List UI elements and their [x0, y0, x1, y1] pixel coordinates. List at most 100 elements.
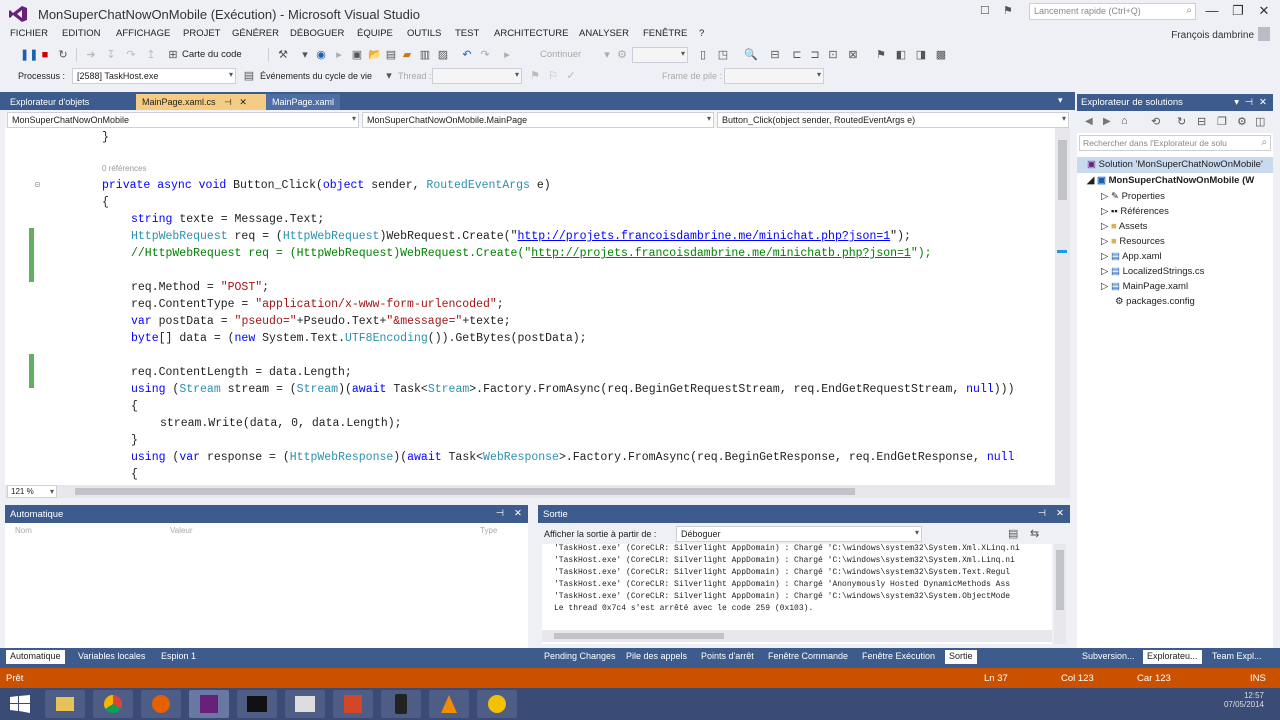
- stack-frame-combo[interactable]: ▾: [724, 68, 824, 84]
- se-pin-icon[interactable]: ⊣: [1245, 97, 1253, 108]
- redo-icon[interactable]: ↷: [478, 48, 492, 62]
- menu-generer[interactable]: GÉNÉRER: [232, 28, 279, 39]
- editor-vertical-scrollbar[interactable]: [1055, 128, 1070, 485]
- tab-object-browser[interactable]: Explorateur d'objets: [4, 94, 96, 110]
- immediate-window-icon[interactable]: ◳: [716, 48, 730, 62]
- show-next-statement-icon[interactable]: ➜: [84, 48, 98, 62]
- expand-icon[interactable]: ▷: [1101, 236, 1108, 247]
- menu-projet[interactable]: PROJET: [183, 28, 220, 39]
- feedback-icon[interactable]: ☐: [980, 4, 994, 18]
- pause-icon[interactable]: ❚❚: [20, 48, 38, 62]
- tree-item-assets[interactable]: ▷ ■ Assets: [1101, 221, 1147, 232]
- collapse-all-icon[interactable]: ⊟: [1197, 115, 1206, 128]
- output-hscroll-thumb[interactable]: [554, 633, 724, 639]
- powerpoint-icon[interactable]: [333, 690, 373, 718]
- open-folder-icon[interactable]: ▰: [400, 48, 414, 62]
- open-file-icon[interactable]: 📂: [368, 48, 382, 62]
- tree-item-app-xaml[interactable]: ▷ ▤ App.xaml: [1101, 251, 1162, 262]
- output-close-icon[interactable]: ✕: [1056, 508, 1064, 519]
- new-project-icon[interactable]: ▣: [350, 48, 364, 62]
- prev-bookmark-icon[interactable]: ◧: [894, 48, 908, 62]
- forward-icon[interactable]: ▶: [1103, 116, 1111, 127]
- menu-outils[interactable]: OUTILS: [407, 28, 441, 39]
- properties-icon[interactable]: ⚙: [1237, 115, 1247, 128]
- step-into-icon[interactable]: ↧: [104, 48, 118, 62]
- member-combo[interactable]: Button_Click(object sender, RoutedEventA…: [717, 112, 1069, 128]
- solution-config-icon[interactable]: ▸: [500, 48, 514, 62]
- code-map-button[interactable]: Carte du code: [182, 49, 242, 60]
- tree-item-packages-config[interactable]: ⚙ packages.config: [1115, 296, 1195, 307]
- toolbox-icon[interactable]: ⊟: [768, 48, 782, 62]
- editor-horizontal-scrollbar[interactable]: 121 % ▾: [5, 485, 1070, 498]
- find-icon[interactable]: 🔍: [744, 48, 758, 62]
- firefox-icon[interactable]: [141, 690, 181, 718]
- tab-autos[interactable]: Automatique: [6, 650, 65, 664]
- lifecycle-events-icon[interactable]: ▤: [242, 69, 256, 83]
- minimize-button[interactable]: —: [1202, 3, 1222, 21]
- tree-item-references[interactable]: ▷ ▪▪ Références: [1101, 206, 1169, 217]
- tab-immediate-window[interactable]: Fenêtre Exécution: [858, 650, 939, 664]
- menu-fichier[interactable]: FICHIER: [10, 28, 48, 39]
- menu-help[interactable]: ?: [699, 28, 704, 39]
- column-header-value[interactable]: Valeur: [170, 526, 193, 535]
- se-search-input[interactable]: Rechercher dans l'Explorateur de solu ⌕: [1079, 135, 1271, 151]
- menu-architecture[interactable]: ARCHITECTURE: [494, 28, 568, 39]
- tab-watch1[interactable]: Espion 1: [157, 650, 200, 664]
- solution-node[interactable]: ▣ Solution 'MonSuperChatNowOnMobile': [1087, 159, 1263, 170]
- hex-display-icon[interactable]: ⚒: [276, 48, 290, 62]
- restart-icon[interactable]: ↻: [56, 48, 70, 62]
- file-explorer-icon[interactable]: [45, 690, 85, 718]
- step-out-icon[interactable]: ↥: [144, 48, 158, 62]
- tab-pending-changes[interactable]: Pending Changes: [540, 650, 620, 664]
- tree-item-resources[interactable]: ▷ ■ Resources: [1101, 236, 1165, 247]
- menu-equipe[interactable]: ÉQUIPE: [357, 28, 393, 39]
- menu-fenetre[interactable]: FENÊTRE: [643, 28, 687, 39]
- menu-affichage[interactable]: AFFICHAGE: [116, 28, 170, 39]
- command-prompt-icon[interactable]: [237, 690, 277, 718]
- save-icon[interactable]: ▤: [384, 48, 398, 62]
- tab-command-window[interactable]: Fenêtre Commande: [764, 650, 852, 664]
- se-dropdown-icon[interactable]: ▾: [1234, 97, 1239, 108]
- vlc-icon[interactable]: [429, 690, 469, 718]
- sync-icon[interactable]: ⟲: [1151, 115, 1160, 128]
- code-editor[interactable]: ⊟ } 0 références private async void Butt…: [5, 128, 1070, 485]
- autos-close-icon[interactable]: ✕: [514, 508, 522, 519]
- tree-item-properties[interactable]: ▷ ✎ Properties: [1101, 191, 1165, 202]
- close-button[interactable]: ✕: [1254, 3, 1274, 21]
- preview-icon[interactable]: ◫: [1255, 115, 1265, 128]
- tab-output[interactable]: Sortie: [945, 650, 977, 664]
- next-bookmark-icon[interactable]: ◨: [914, 48, 928, 62]
- clock[interactable]: 12:57 07/05/2014: [1224, 691, 1264, 709]
- close-tab-icon[interactable]: ✕: [239, 97, 247, 107]
- align-icon[interactable]: ⊐: [808, 48, 822, 62]
- expand-icon[interactable]: ▷: [1101, 221, 1108, 232]
- output-vscroll-thumb[interactable]: [1056, 550, 1064, 610]
- menu-test[interactable]: TEST: [455, 28, 479, 39]
- codelens-references[interactable]: 0 références: [102, 164, 146, 173]
- output-text-area[interactable]: 'TaskHost.exe' (CoreCLR: Silverlight App…: [542, 544, 1052, 644]
- autos-pin-icon[interactable]: ⊣: [496, 508, 504, 519]
- home-icon[interactable]: ⌂: [1121, 115, 1128, 127]
- undo-icon[interactable]: ↶: [460, 48, 474, 62]
- menu-deboguer[interactable]: DÉBOGUER: [290, 28, 344, 39]
- scroll-thumb[interactable]: [1058, 140, 1067, 200]
- menu-edition[interactable]: EDITION: [62, 28, 101, 39]
- back-icon[interactable]: ◀: [1085, 116, 1093, 127]
- show-output-from-combo[interactable]: Déboguer ▾: [676, 526, 922, 542]
- output-hscroll[interactable]: [542, 630, 1052, 642]
- clear-all-icon[interactable]: ▤: [1008, 527, 1018, 540]
- menu-analyser[interactable]: ANALYSER: [579, 28, 629, 39]
- forward-navigation-icon[interactable]: ▸: [332, 48, 346, 62]
- project-node[interactable]: ◢ ▣ MonSuperChatNowOnMobile (W: [1087, 175, 1254, 186]
- tree-item-localizedstrings[interactable]: ▷ ▤ LocalizedStrings.cs: [1101, 266, 1204, 277]
- continue-dropdown-icon[interactable]: ▾: [600, 48, 614, 62]
- expand-icon[interactable]: ▷: [1101, 266, 1108, 277]
- thread-options-icon[interactable]: ✓: [564, 69, 578, 83]
- save-all-icon[interactable]: ▥: [418, 48, 432, 62]
- process-combo[interactable]: [2588] TaskHost.exe ▾: [72, 68, 236, 84]
- column-header-name[interactable]: Nom: [15, 526, 32, 535]
- step-over-icon[interactable]: ↷: [124, 48, 138, 62]
- hscroll-thumb[interactable]: [75, 488, 855, 495]
- tab-mainpage-xaml-cs[interactable]: MainPage.xaml.cs ⊣ ✕: [136, 94, 266, 110]
- headphones-icon[interactable]: [477, 690, 517, 718]
